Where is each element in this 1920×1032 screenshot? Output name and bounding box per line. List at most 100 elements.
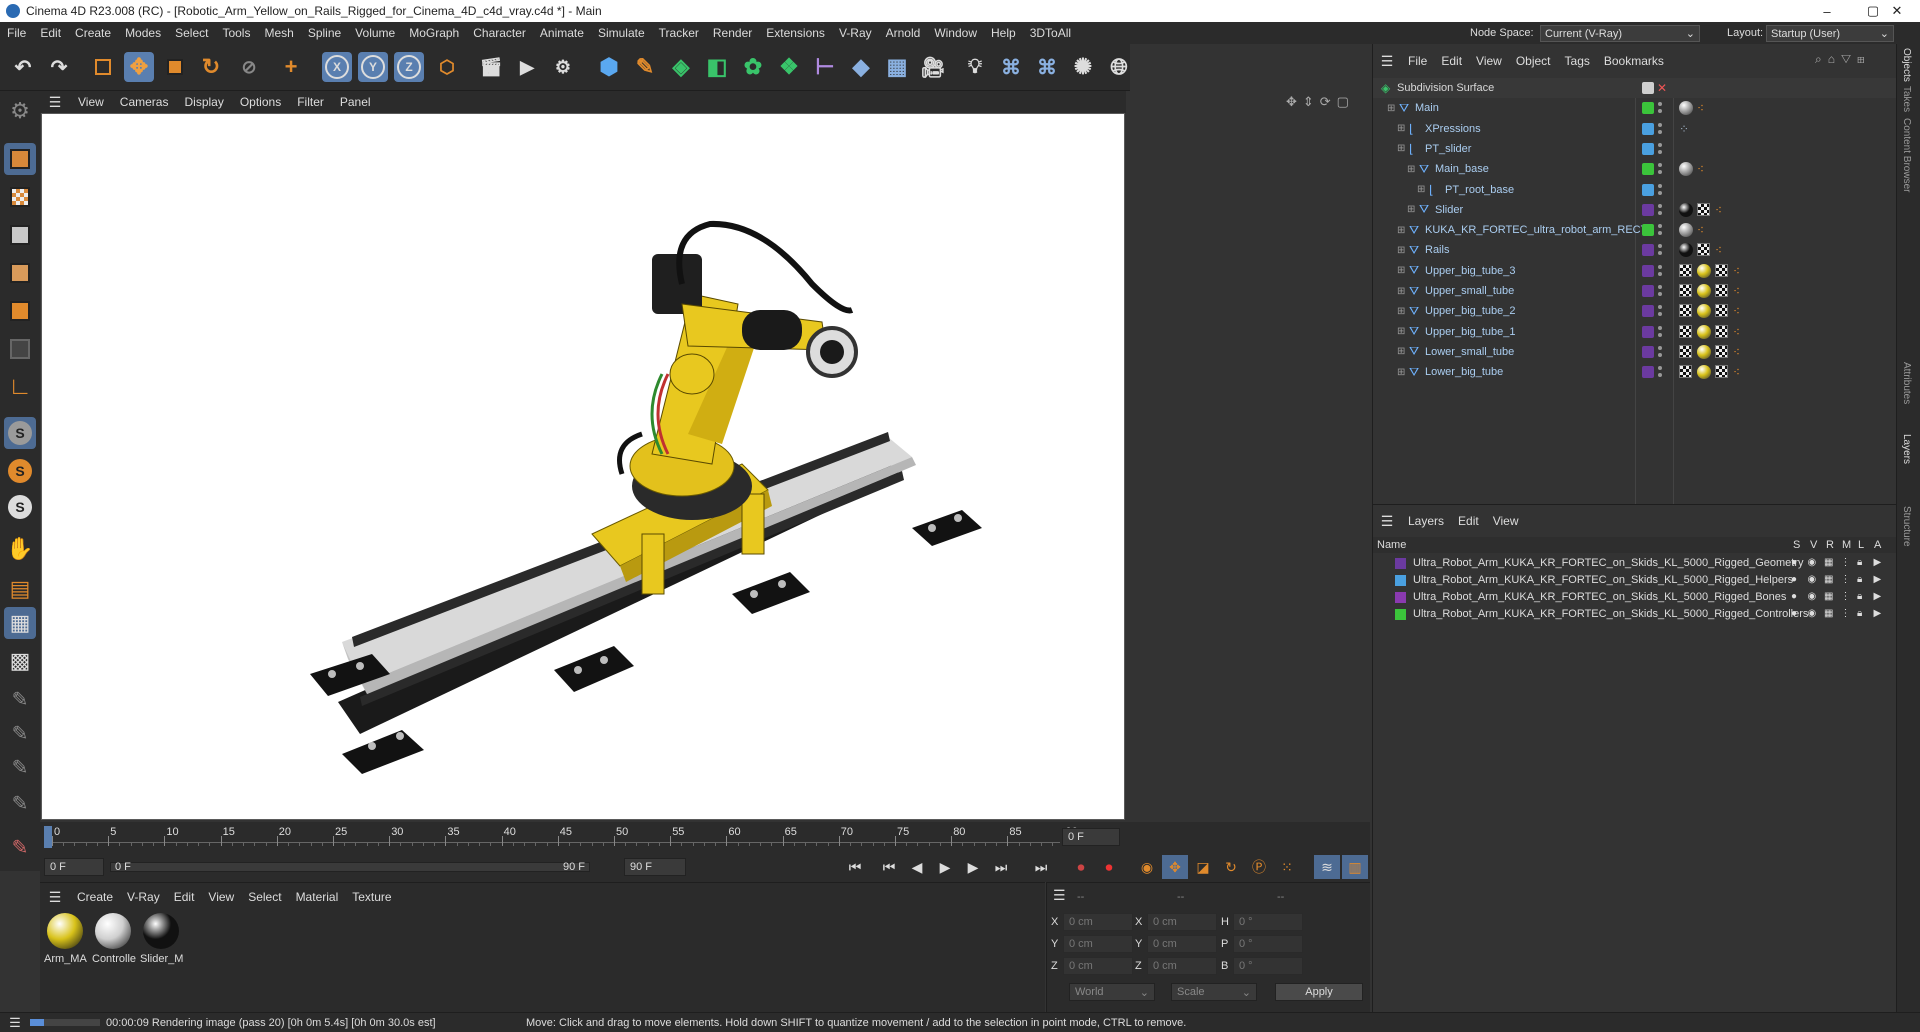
render-settings-icon[interactable]: ⚙ <box>548 52 578 82</box>
undo-icon[interactable]: ↶ <box>8 52 38 82</box>
material-tag-icon[interactable] <box>1679 243 1693 258</box>
texture-tag-icon[interactable] <box>1679 284 1692 297</box>
coordinate-system-icon[interactable]: + <box>276 52 306 82</box>
object-row[interactable]: ⊞ ⛛ Upper_big_tube_1 ⁖ <box>1373 322 1897 342</box>
viewport-nav-icons[interactable]: ✥⇕⟳▢ <box>1286 94 1355 110</box>
menu-extensions[interactable]: Extensions <box>759 26 832 40</box>
visibility-dots-icon[interactable] <box>1658 264 1662 278</box>
menu-file[interactable]: File <box>0 26 33 40</box>
axis-mode-icon[interactable]: ∟ <box>4 371 36 403</box>
layer-color-swatch[interactable] <box>1395 592 1406 603</box>
key-scale-icon[interactable]: ◪ <box>1190 855 1216 879</box>
layer-color-tag[interactable] <box>1642 102 1654 115</box>
coord-value-field[interactable]: 0 cm <box>1063 935 1133 953</box>
object-row[interactable]: ⊞ ⛛ Upper_big_tube_3 ⁖ <box>1373 261 1897 281</box>
object-row[interactable]: ⊞ ⛛ Upper_big_tube_2 ⁖ <box>1373 301 1897 321</box>
ik-tag-icon[interactable]: ⁖ <box>1697 223 1704 237</box>
visibility-dots-icon[interactable] <box>1658 142 1662 156</box>
material-tag-icon[interactable] <box>1679 162 1693 177</box>
object-row[interactable]: ⊞ ⛛ Lower_small_tube ⁖ <box>1373 342 1897 362</box>
expand-toggle-icon[interactable]: ⊞ <box>1417 184 1425 195</box>
texture-tag-icon[interactable] <box>1715 365 1728 379</box>
texture-tag-icon[interactable] <box>1679 324 1692 338</box>
viewport-menu-options[interactable]: Options <box>232 95 289 109</box>
viewport-menu-display[interactable]: Display <box>176 95 231 109</box>
viewport-menu-cameras[interactable]: Cameras <box>112 95 177 109</box>
layer-color-tag[interactable] <box>1642 224 1654 237</box>
ik-tag-icon[interactable]: ⁖ <box>1733 325 1740 339</box>
workplane-icon[interactable]: ✋ <box>4 533 36 565</box>
locked-workplane-icon[interactable]: ▦ <box>4 607 36 639</box>
subdivision-surface-icon[interactable]: ◈ <box>666 52 696 82</box>
layer-color-tag[interactable] <box>1642 183 1654 196</box>
record-off-icon[interactable]: ⏺ <box>1068 855 1094 879</box>
object-row[interactable]: ⊞ ⛛ Rails ⁖ <box>1373 240 1897 260</box>
layer-row[interactable]: Ultra_Robot_Arm_KUKA_KR_FORTEC_on_Skids_… <box>1373 606 1897 623</box>
menu-arnold[interactable]: Arnold <box>879 26 928 40</box>
material-menu-material[interactable]: Material <box>289 890 346 904</box>
mograph-cloner-icon[interactable]: ✿ <box>738 52 768 82</box>
render-picture-viewer-icon[interactable]: ▶ <box>512 52 542 82</box>
visibility-dots-icon[interactable] <box>1658 183 1662 197</box>
visibility-dots-icon[interactable] <box>1658 101 1662 115</box>
menu-spline[interactable]: Spline <box>301 26 348 40</box>
scale-tool-icon[interactable] <box>160 52 190 82</box>
object-row[interactable]: ◈ Subdivision Surface ✕ <box>1373 78 1897 98</box>
polygon-mode-icon[interactable] <box>4 295 36 327</box>
animation-play-icon[interactable]: ▶ <box>1874 591 1882 602</box>
material-tag-icon[interactable] <box>1697 365 1711 380</box>
make-editable-icon[interactable]: ⚙ <box>4 95 36 127</box>
z-axis-lock-button[interactable]: Z <box>394 52 424 82</box>
coord-value-field[interactable]: 0 cm <box>1147 913 1217 931</box>
go-to-end-icon[interactable]: ⏭ <box>1028 855 1054 879</box>
material-menu-v-ray[interactable]: V-Ray <box>120 890 167 904</box>
menu-volume[interactable]: Volume <box>348 26 402 40</box>
lock-icon[interactable]: 🔒︎ <box>1857 574 1862 585</box>
object-menu-tags[interactable]: Tags <box>1558 54 1597 68</box>
layer-menu-view[interactable]: View <box>1486 514 1526 528</box>
solo-icon[interactable]: ● <box>1791 608 1797 619</box>
motion-system-icon[interactable]: ≋ <box>1314 855 1340 879</box>
python-script-icon[interactable]: ⌘ <box>996 52 1026 82</box>
layer-color-tag[interactable] <box>1642 142 1654 155</box>
world-coordinates-icon[interactable]: ⬡ <box>432 52 462 82</box>
object-menu-file[interactable]: File <box>1401 54 1434 68</box>
node-space-dropdown[interactable]: Current (V-Ray) ⌄ <box>1540 25 1700 42</box>
menu-tools[interactable]: Tools <box>215 26 257 40</box>
ik-tag-icon[interactable]: ⁖ <box>1733 284 1740 298</box>
ik-tag-icon[interactable]: ⁖ <box>1715 243 1722 257</box>
hamburger-menu-icon[interactable]: ☰ <box>40 889 70 906</box>
start-frame-field[interactable]: 0 F <box>44 858 104 876</box>
hamburger-menu-icon[interactable]: ☰ <box>1373 513 1401 530</box>
texture-tag-icon[interactable] <box>1697 243 1710 257</box>
texture-tag-icon[interactable] <box>1715 263 1728 277</box>
layout-dropdown[interactable]: Startup (User) ⌄ <box>1766 25 1894 42</box>
texture-tag-icon[interactable] <box>1679 344 1692 358</box>
world-dropdown[interactable]: World ⌄ <box>1069 983 1155 1001</box>
menu-create[interactable]: Create <box>68 26 118 40</box>
uv-mode-icon[interactable] <box>4 333 36 365</box>
layer-menu-edit[interactable]: Edit <box>1451 514 1486 528</box>
expand-toggle-icon[interactable]: ⊞ <box>1397 306 1405 317</box>
viewport-3d[interactable] <box>41 113 1125 820</box>
material-menu-create[interactable]: Create <box>70 890 120 904</box>
material-menu-edit[interactable]: Edit <box>167 890 202 904</box>
render-icon[interactable]: ▦ <box>1824 574 1833 585</box>
object-row[interactable]: ⊞ ⛛ KUKA_KR_FORTEC_ultra_robot_arm_RECT ⁖ <box>1373 220 1897 240</box>
object-menu-view[interactable]: View <box>1469 54 1509 68</box>
object-row[interactable]: ⊞ ⌊ PT_slider <box>1373 139 1897 159</box>
close-button[interactable]: ✕ <box>1874 0 1920 22</box>
tab-structure[interactable]: Structure <box>1901 506 1912 547</box>
autokey-icon[interactable]: ⏺ <box>1096 855 1122 879</box>
texture-tag-icon[interactable] <box>1679 365 1692 379</box>
layer-menu-layers[interactable]: Layers <box>1401 514 1451 528</box>
material-tag-icon[interactable] <box>1679 101 1693 116</box>
lock-icon[interactable]: 🔒︎ <box>1857 591 1862 602</box>
layer-row[interactable]: Ultra_Robot_Arm_KUKA_KR_FORTEC_on_Skids_… <box>1373 555 1897 572</box>
expand-toggle-icon[interactable]: ⊞ <box>1407 164 1415 175</box>
minimize-button[interactable]: – <box>1804 0 1850 22</box>
layer-color-swatch[interactable] <box>1395 575 1406 586</box>
texture-tag-icon[interactable] <box>1679 263 1692 277</box>
layer-color-tag[interactable] <box>1642 163 1654 176</box>
texture-tag-icon[interactable] <box>1715 304 1728 318</box>
